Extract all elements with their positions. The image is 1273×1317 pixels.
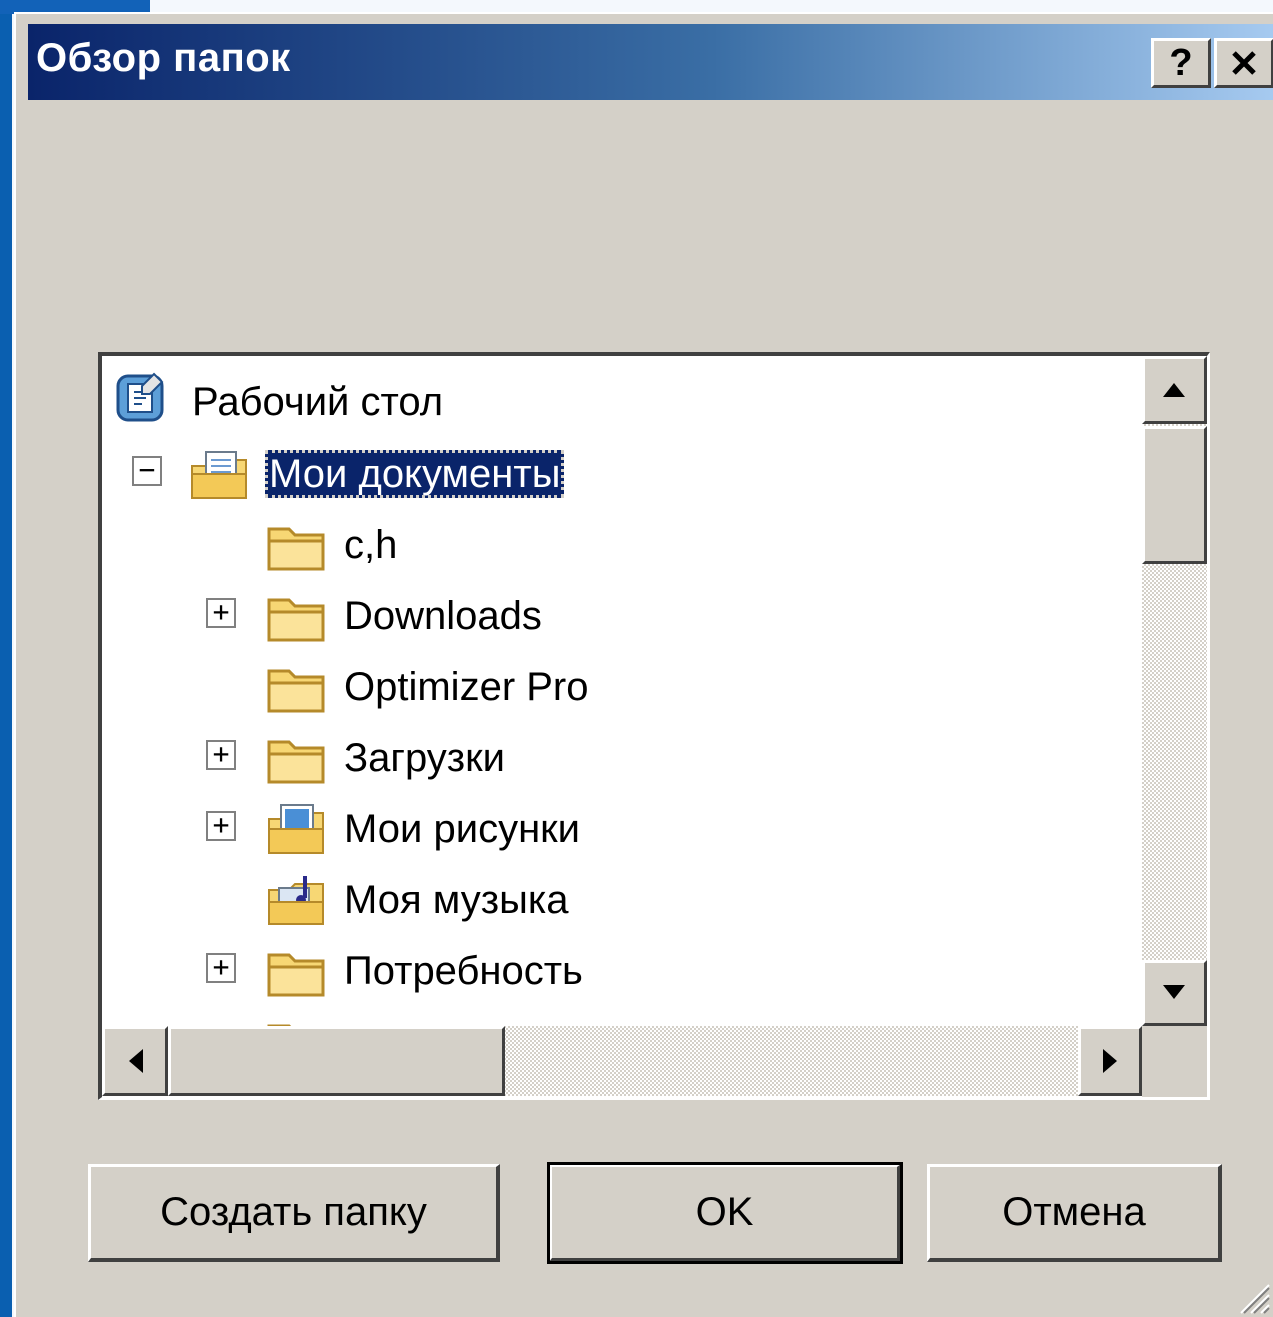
cancel-button[interactable]: Отмена (927, 1164, 1222, 1262)
resize-grip-icon[interactable] (1231, 1275, 1271, 1315)
collapse-toggle[interactable]: − (132, 456, 162, 486)
tree-item-folder[interactable]: + Загрузки (102, 726, 1142, 790)
my-music-icon (268, 876, 324, 925)
folder-icon (267, 669, 325, 713)
expand-toggle[interactable]: + (206, 598, 236, 628)
vertical-scrollbar[interactable] (1142, 356, 1207, 1026)
folder-icon (267, 527, 325, 571)
tree-item-desktop[interactable]: Рабочий стол (102, 370, 1142, 434)
folder-icon (267, 1024, 292, 1026)
ok-label: OK (695, 1190, 754, 1234)
help-button[interactable]: ? (1151, 38, 1211, 88)
tree-item-my-pictures[interactable]: + Мои рисунки (102, 797, 1142, 861)
tree-item-my-documents[interactable]: − Мои документы (102, 442, 1142, 506)
expand-toggle[interactable]: + (206, 953, 236, 983)
desktop-icon (116, 372, 164, 422)
tree-item-label: Рабочий стол (192, 380, 444, 424)
scrollbar-corner (1142, 1026, 1207, 1097)
arrow-left-icon (129, 1049, 143, 1073)
arrow-right-icon (1103, 1049, 1117, 1073)
new-folder-button[interactable]: Создать папку (88, 1164, 500, 1262)
arrow-up-icon (1163, 383, 1185, 397)
tree-item-label: Загрузки (344, 736, 505, 780)
my-documents-icon (191, 451, 247, 499)
tree-item-label: Мои рисунки (344, 807, 580, 851)
ok-button[interactable]: OK (547, 1162, 903, 1264)
close-button[interactable] (1214, 38, 1273, 88)
new-folder-label: Создать папку (160, 1190, 427, 1234)
tree-item-label: Моя музыка (344, 878, 569, 922)
scroll-down-button[interactable] (1142, 960, 1207, 1026)
tree-item-folder[interactable]: c,h (102, 513, 1142, 577)
scroll-up-button[interactable] (1142, 356, 1207, 424)
dialog-title: Обзор папок (36, 36, 291, 80)
tree-item-folder[interactable]: Optimizer Pro (102, 655, 1142, 719)
folder-icon (267, 740, 325, 784)
background-strip (0, 0, 12, 1317)
tree-item-label: Downloads (344, 594, 542, 638)
close-icon (1232, 51, 1256, 75)
tree-item-label: Мои документы (265, 450, 565, 498)
folder-icon (267, 953, 325, 997)
tree-item-my-music[interactable]: Моя музыка (102, 868, 1142, 932)
horizontal-scroll-thumb[interactable] (168, 1026, 505, 1096)
tree-item-folder[interactable]: + Downloads (102, 584, 1142, 648)
arrow-down-icon (1163, 985, 1185, 999)
tree-item-folder[interactable]: + Потребность (102, 939, 1142, 1003)
browse-folders-dialog: Обзор папок ? Рабочий стол − Мои докумен… (14, 12, 1273, 1317)
expand-toggle[interactable]: + (206, 740, 236, 770)
tree-viewport: Рабочий стол − Мои документы c,h + Downl… (102, 356, 1142, 1026)
expand-toggle[interactable]: + (206, 811, 236, 841)
tree-item-label: c,h (344, 523, 398, 567)
scroll-left-button[interactable] (102, 1026, 168, 1096)
tree-item-label: Optimizer Pro (344, 665, 589, 709)
scroll-right-button[interactable] (1078, 1026, 1142, 1096)
title-bar[interactable]: Обзор папок ? (28, 24, 1273, 100)
folder-tree[interactable]: Рабочий стол − Мои документы c,h + Downl… (98, 352, 1210, 1100)
vertical-scroll-thumb[interactable] (1142, 426, 1207, 564)
my-pictures-icon (268, 804, 324, 854)
tree-item-label: Потребность (344, 949, 583, 993)
cancel-label: Отмена (1002, 1190, 1146, 1234)
horizontal-scrollbar[interactable] (102, 1026, 1142, 1096)
folder-icon (267, 598, 325, 642)
tree-item-folder-partial[interactable] (102, 1010, 1142, 1026)
